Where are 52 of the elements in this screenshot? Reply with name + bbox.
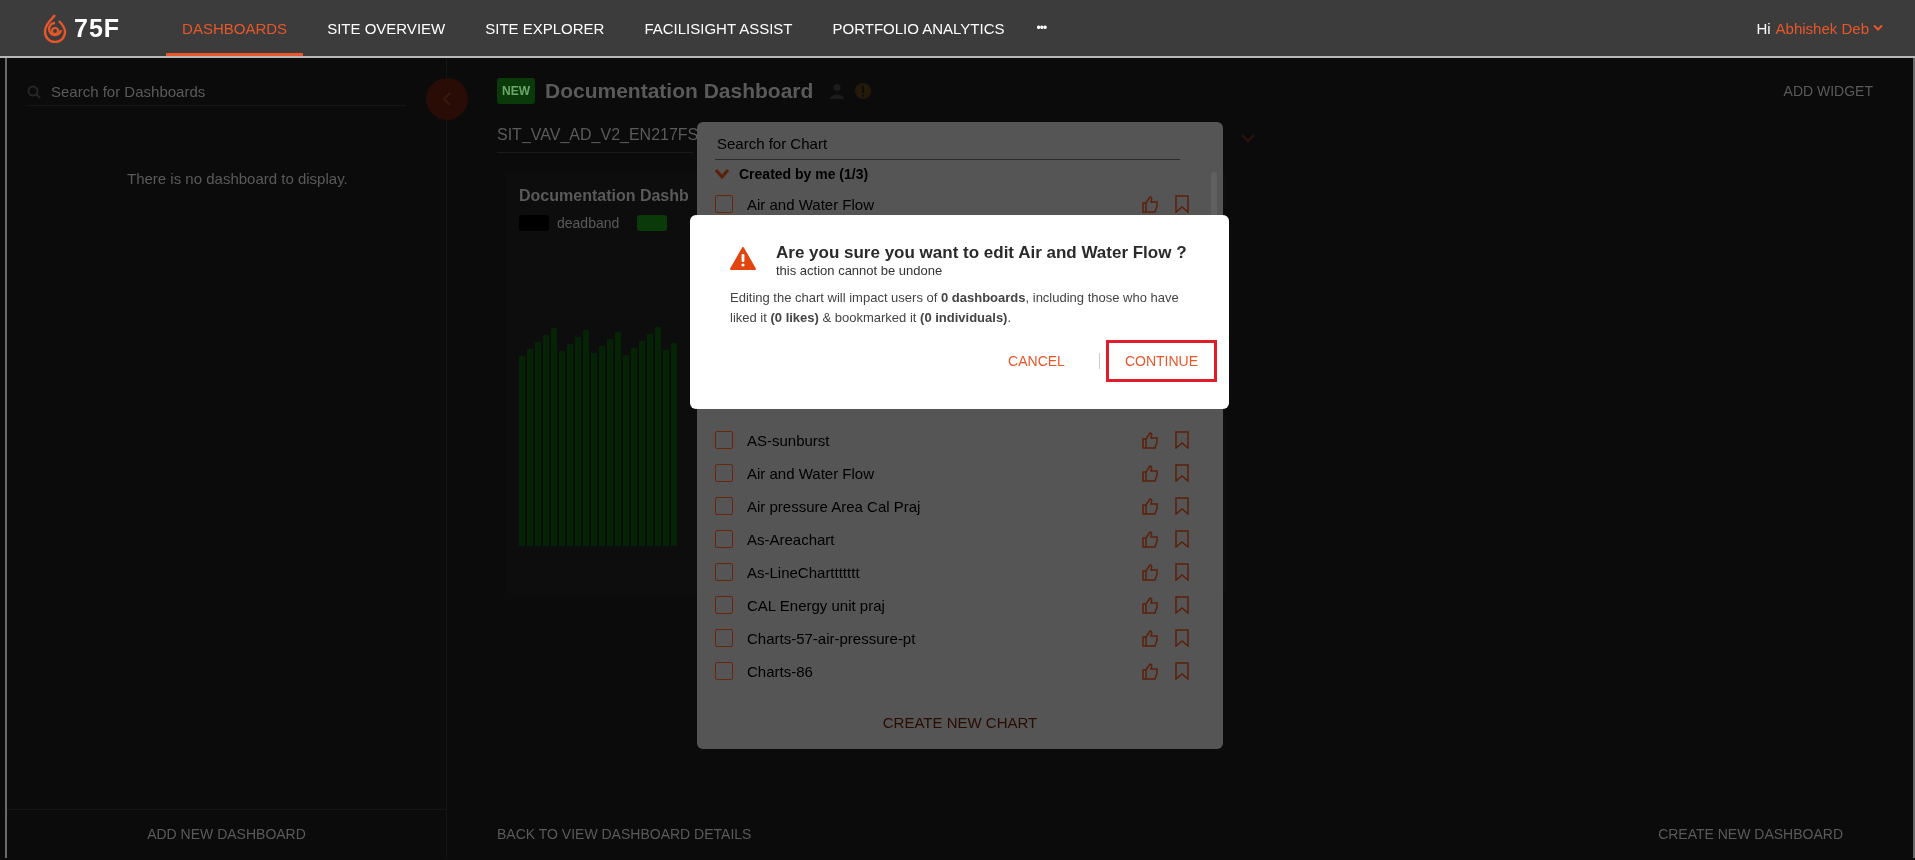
chart-name: Charts-57-air-pressure-pt — [747, 629, 917, 647]
chart-name: As-Areachart — [747, 530, 836, 548]
checkbox[interactable] — [715, 431, 733, 450]
checkbox[interactable] — [715, 662, 733, 681]
flame-logo-icon — [42, 13, 68, 43]
info-icon — [855, 83, 872, 99]
nav-tab[interactable]: SITE EXPLORER — [469, 0, 621, 56]
add-widget-button[interactable]: ADD WIDGET — [1783, 83, 1873, 99]
chart-name: As-LineCharttttttt — [747, 563, 861, 581]
nav-tab[interactable]: PORTFOLIO ANALYTICS — [816, 0, 1021, 56]
continue-button[interactable]: CONTINUE — [1105, 340, 1217, 382]
chart-name: Charts-86 — [747, 662, 814, 680]
chart-title: Documentation Dashb — [519, 187, 689, 205]
warning-icon — [730, 247, 756, 270]
collapse-button[interactable] — [426, 78, 468, 120]
checkbox[interactable] — [715, 464, 733, 483]
new-badge: NEW — [497, 78, 535, 104]
legend-label: deadband — [557, 215, 620, 231]
checkbox[interactable] — [715, 530, 733, 549]
back-button[interactable]: BACK TO VIEW DASHBOARD DETAILS — [497, 826, 752, 842]
create-chart-button[interactable]: CREATE NEW CHART — [882, 714, 1038, 732]
group-label: Created by me (1/3) — [739, 166, 869, 182]
chevron-down-icon — [1241, 132, 1255, 143]
nav-tab[interactable]: FACILISIGHT ASSIST — [628, 0, 809, 56]
chart-name: AS-sunburst — [747, 431, 831, 449]
caret-icon — [1873, 24, 1883, 32]
logo-text: 75F — [74, 13, 121, 43]
search-field[interactable]: Search for Dashboards — [49, 82, 406, 101]
dialog-title: Are you sure you want to edit Air and Water Flow ? — [776, 243, 1187, 263]
add-dashboard-button[interactable]: ADD NEW DASHBOARD — [147, 826, 306, 842]
dashboard-title: Documentation Dashboard — [545, 79, 814, 103]
more-menu-button[interactable]: ••• — [1028, 21, 1055, 35]
chart-name: Air and Water Flow — [747, 464, 875, 482]
group-header[interactable]: Created by me (1/3) — [715, 160, 1205, 188]
user-menu-button[interactable]: Abhishek Deb — [1775, 19, 1883, 37]
search-icon — [27, 84, 41, 99]
nav-tab[interactable]: SITE OVERVIEW — [311, 0, 462, 56]
checkbox[interactable] — [715, 596, 733, 615]
create-dashboard-button[interactable]: CREATE NEW DASHBOARD — [1658, 826, 1843, 842]
checkbox[interactable] — [715, 195, 733, 214]
checkbox[interactable] — [715, 629, 733, 648]
empty-message: There is no dashboard to display. — [127, 170, 349, 187]
dialog-subtitle: this action cannot be undone — [776, 263, 944, 278]
dialog-message: Editing the chart will impact users of 0 dashboards, including those who have liked it (0 likes) & bookmarked it (0 individuals). — [730, 289, 1180, 327]
checkbox[interactable] — [715, 497, 733, 516]
chart-name: Air and Water Flow — [747, 195, 875, 213]
chart-name: CAL Energy unit praj — [747, 596, 886, 614]
checkbox[interactable] — [715, 563, 733, 582]
cancel-button[interactable]: CANCEL — [994, 343, 1079, 379]
chart-search-field[interactable]: Search for Chart — [715, 128, 1180, 161]
greeting-text: Hi — [1756, 19, 1771, 37]
chart-name: Air pressure Area Cal Praj — [747, 497, 922, 515]
